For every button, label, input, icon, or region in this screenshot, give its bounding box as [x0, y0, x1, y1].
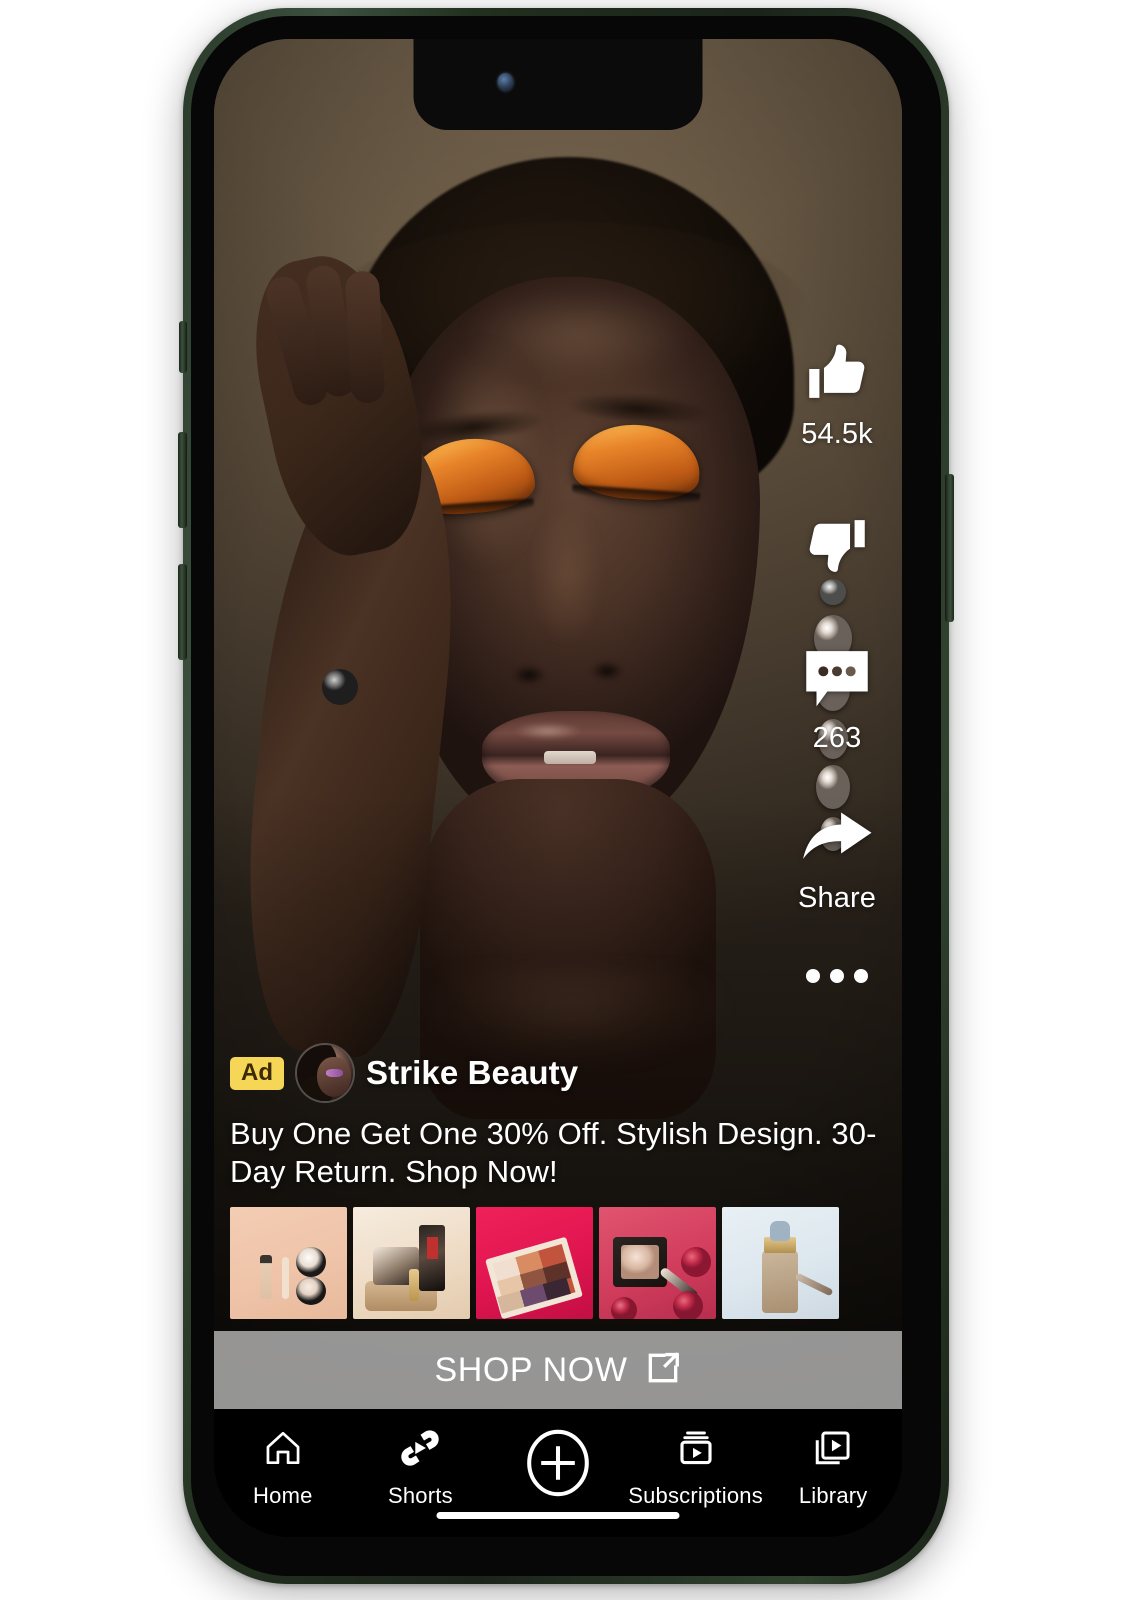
comment-count: 263	[812, 722, 862, 754]
tab-shorts[interactable]: Shorts	[352, 1427, 490, 1509]
power-button[interactable]	[945, 474, 954, 622]
external-link-icon	[644, 1349, 682, 1392]
thumbs-up-icon	[801, 339, 873, 407]
home-indicator[interactable]	[436, 1512, 680, 1519]
thumbs-down-icon	[801, 511, 873, 579]
action-rail: 54.5k 263 Share	[772, 339, 902, 983]
like-button[interactable]: 54.5k	[801, 339, 873, 449]
comment-button[interactable]: 263	[800, 647, 874, 753]
tab-library-label: Library	[798, 1483, 868, 1508]
phone-device: 54.5k 263 Share Ad Strike Beauty Buy One…	[178, 8, 954, 1584]
share-button[interactable]: Share	[798, 809, 876, 913]
product-thumbnail[interactable]	[476, 1207, 593, 1319]
mute-switch-button[interactable]	[179, 321, 187, 373]
video-player[interactable]: 54.5k 263 Share Ad Strike Beauty Buy One…	[214, 39, 902, 1409]
share-label: Share	[798, 882, 876, 914]
tab-subscriptions-label: Subscriptions	[628, 1483, 763, 1508]
display-notch	[413, 39, 703, 130]
tab-shorts-label: Shorts	[387, 1483, 453, 1508]
dislike-button[interactable]	[801, 511, 873, 579]
advertiser-name[interactable]: Strike Beauty	[366, 1054, 578, 1092]
product-thumbnail[interactable]	[599, 1207, 716, 1319]
product-thumbnail[interactable]	[353, 1207, 470, 1319]
ad-badge: Ad	[230, 1056, 284, 1090]
shop-now-button[interactable]: SHOP NOW	[214, 1331, 902, 1409]
product-thumbnail[interactable]	[722, 1207, 839, 1319]
product-thumbnail[interactable]	[230, 1207, 347, 1319]
home-icon	[261, 1427, 305, 1474]
plus-circle-icon	[522, 1427, 594, 1504]
tab-home[interactable]: Home	[214, 1427, 352, 1509]
shop-now-label: SHOP NOW	[434, 1350, 628, 1389]
ad-description: Buy One Get One 30% Off. Stylish Design.…	[230, 1116, 877, 1190]
volume-down-button[interactable]	[178, 564, 187, 660]
product-thumbnail-carousel[interactable]	[214, 1207, 902, 1319]
comment-bubble-icon	[800, 647, 874, 711]
tab-home-label: Home	[253, 1483, 313, 1508]
like-count: 54.5k	[801, 418, 873, 450]
shorts-icon	[398, 1427, 442, 1474]
phone-screen: 54.5k 263 Share Ad Strike Beauty Buy One…	[214, 39, 902, 1537]
library-icon	[811, 1427, 855, 1474]
tab-library[interactable]: Library	[764, 1427, 902, 1509]
subscriptions-icon	[674, 1427, 718, 1474]
front-camera-dot	[497, 73, 514, 91]
ad-header: Ad Strike Beauty	[214, 1045, 902, 1102]
tab-create[interactable]	[489, 1427, 627, 1513]
advertiser-avatar[interactable]	[297, 1045, 353, 1102]
share-arrow-icon	[799, 809, 875, 871]
tab-subscriptions[interactable]: Subscriptions	[627, 1427, 765, 1509]
more-options-button[interactable]	[806, 969, 868, 983]
more-horizontal-icon	[806, 969, 868, 983]
ad-overlay: Ad Strike Beauty Buy One Get One 30% Off…	[214, 1045, 902, 1409]
volume-up-button[interactable]	[178, 432, 187, 528]
